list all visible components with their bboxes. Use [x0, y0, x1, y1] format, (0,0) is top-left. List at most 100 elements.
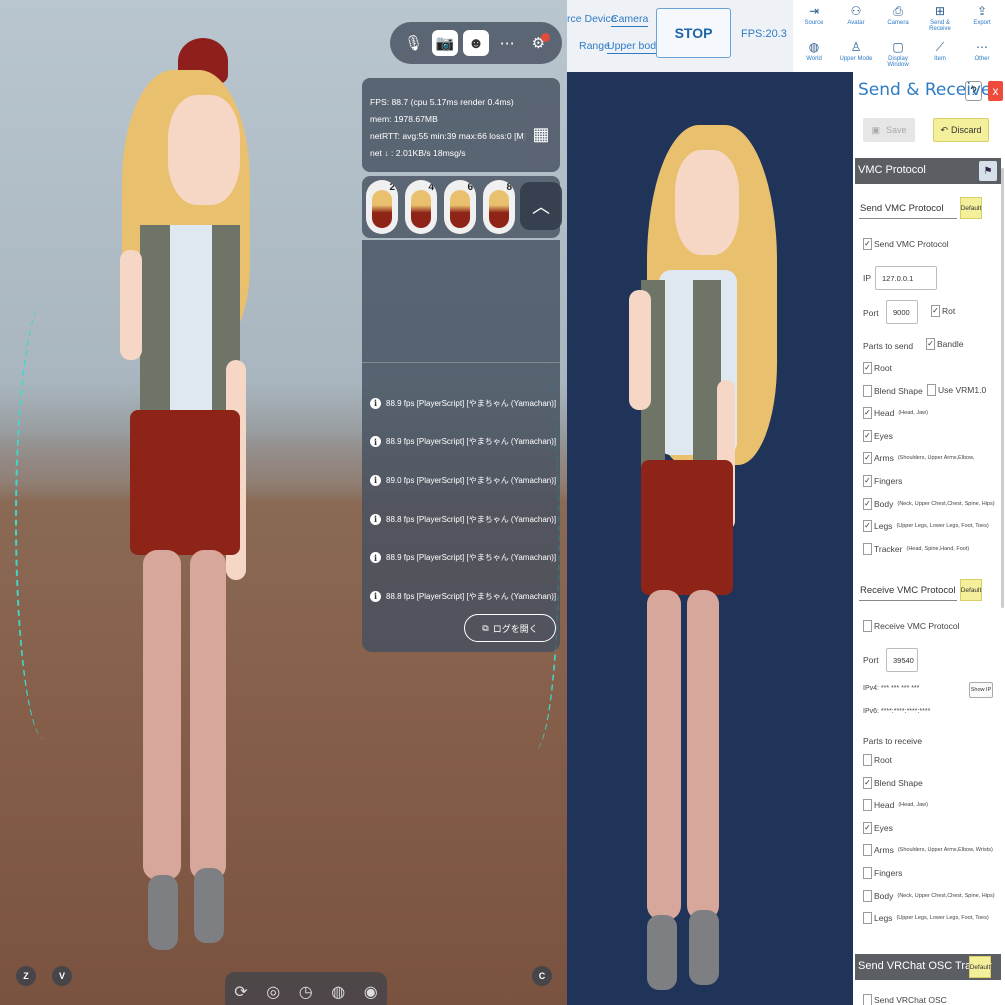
checkbox-hint: (Upper Legs, Lower Legs, Foot, Toes)	[896, 523, 989, 530]
avatar-slot[interactable]: 4	[405, 180, 437, 234]
use-vrm1-checkbox[interactable]: Use VRM1.0	[927, 384, 986, 396]
menu-upper-mode[interactable]: ♙ Upper Mode	[835, 40, 877, 62]
receive-body-checkbox[interactable]: Body (Neck, Upper Chest,Chest, Spine, Hip…	[863, 889, 995, 902]
port-input[interactable]: 9000	[886, 300, 918, 324]
open-log-button[interactable]: ⧉ ログを開く	[464, 614, 556, 642]
receive-root-checkbox[interactable]: Root	[863, 754, 892, 766]
checkbox-label: Root	[874, 755, 892, 765]
menu-avatar[interactable]: ⚇ Avatar	[835, 4, 877, 26]
checkbox-label: Eyes	[874, 430, 893, 441]
send-arms-checkbox[interactable]: ✓ Arms (Shoulders, Upper Arms,Elbow,	[863, 452, 974, 465]
stop-button[interactable]: STOP	[656, 8, 731, 58]
menu-item[interactable]: ⟋ Item	[919, 40, 961, 62]
send-blend-shape-checkbox[interactable]: Blend Shape	[863, 384, 923, 397]
toggle-icon[interactable]: ⚙	[525, 30, 551, 56]
menu-label: Source	[804, 20, 824, 26]
rot-checkbox[interactable]: ✓ Rot	[931, 305, 955, 317]
checkbox-box	[863, 542, 872, 555]
menu-export[interactable]: ⇪ Export	[961, 4, 1003, 26]
chevron-up-icon[interactable]: ︿	[520, 182, 562, 230]
network-icon: ⊞	[934, 4, 946, 18]
bandle-checkbox[interactable]: ✓ Bandle	[926, 338, 963, 350]
key-v[interactable]: V	[52, 966, 72, 986]
divider	[362, 362, 560, 363]
discard-label: Discard	[951, 125, 982, 135]
key-c[interactable]: C	[532, 966, 552, 986]
send-vmc-heading: Send VMC Protocol	[860, 203, 944, 214]
section-vmc-protocol[interactable]: VMC Protocol ⚑	[855, 158, 1001, 184]
send-root-checkbox[interactable]: ✓ Root	[863, 362, 892, 374]
range-select[interactable]: Upper body	[607, 40, 662, 54]
target-icon[interactable]: ◎	[266, 982, 280, 1002]
menu-other[interactable]: ⋯ Other	[961, 40, 1003, 62]
send-vrchat-osc-checkbox[interactable]: Send VRChat OSC	[863, 994, 947, 1005]
receive-vmc-checkbox[interactable]: Receive VMC Protocol	[863, 620, 960, 632]
menu-label: World	[806, 56, 822, 62]
help-button[interactable]: ?	[965, 81, 982, 101]
menu-source[interactable]: ⇥ Source	[793, 4, 835, 26]
send-receive-panel: Send & Receive ? x ▣ Save ↶ Discard VMC Pr…	[853, 72, 1005, 1005]
checkbox-label: Body	[874, 890, 894, 901]
checkbox-box: ✓	[863, 497, 872, 510]
receive-arms-checkbox[interactable]: Arms (Shoulders, Upper Arms,Elbow, Wrists…	[863, 844, 993, 857]
checkbox-label: Fingers	[874, 868, 903, 878]
default-button[interactable]: Default	[969, 956, 991, 978]
timer-icon[interactable]: ◷	[299, 982, 313, 1002]
checkbox-label: Legs	[874, 913, 893, 924]
default-button[interactable]: Default	[960, 579, 982, 601]
checkbox-box	[863, 799, 872, 812]
receive-blend-shape-checkbox[interactable]: ✓ Blend Shape	[863, 776, 923, 789]
camera-select[interactable]: Camera	[611, 13, 649, 27]
send-legs-checkbox[interactable]: ✓ Legs (Upper Legs, Lower Legs, Foot, Toes…	[863, 520, 989, 533]
menu-camera[interactable]: ⎙ Camera	[877, 4, 919, 26]
send-tracker-checkbox[interactable]: Tracker (Head, Spine,Hand, Foot)	[863, 542, 969, 555]
receive-legs-checkbox[interactable]: Legs (Upper Legs, Lower Legs, Foot, Toes)	[863, 912, 989, 925]
send-head-checkbox[interactable]: ✓ Head (Head, Jaw)	[863, 407, 928, 420]
camera-icon[interactable]: 📷	[431, 30, 458, 56]
grid-icon[interactable]: ▦	[524, 100, 558, 168]
person-icon: ♙	[850, 40, 862, 54]
close-button[interactable]: x	[988, 81, 1003, 101]
checkbox-box	[863, 844, 872, 857]
menu-world[interactable]: ◍ World	[793, 40, 835, 62]
checkbox-hint: (Head, Jaw)	[898, 410, 928, 417]
discard-button[interactable]: ↶ Discard	[933, 118, 989, 142]
ip-input[interactable]: 127.0.0.1	[875, 266, 937, 290]
log-entry: i 88.9 fps [PlayerScript] [やまちゃん (Yamacha…	[370, 423, 556, 462]
record-icon[interactable]: ◉	[364, 982, 378, 1002]
show-ip-button[interactable]: Show IP	[969, 682, 993, 698]
rotate-icon[interactable]: ⟳	[234, 982, 247, 1002]
send-eyes-checkbox[interactable]: ✓ Eyes	[863, 429, 893, 442]
avatar-slot[interactable]: 8	[483, 180, 515, 234]
log-text: 88.9 fps [PlayerScript] [やまちゃん (Yamachan…	[386, 553, 557, 563]
key-z[interactable]: Z	[16, 966, 36, 986]
face-icon[interactable]: ☻	[462, 30, 489, 56]
source-device-label: rce Device	[567, 13, 617, 25]
checkbox-label: Send VMC Protocol	[874, 239, 949, 249]
receive-fingers-checkbox[interactable]: Fingers	[863, 867, 902, 879]
log-text: 88.9 fps [PlayerScript] [やまちゃん (Yamachan…	[386, 398, 557, 408]
log-list: i 88.9 fps [PlayerScript] [やまちゃん (Yamacha…	[370, 384, 556, 616]
globe-icon[interactable]: ◍	[331, 982, 345, 1002]
more-icon: ⋯	[976, 40, 988, 54]
globe-icon: ◍	[808, 40, 820, 54]
default-button[interactable]: Default	[960, 197, 982, 219]
send-vmc-checkbox[interactable]: ✓ Send VMC Protocol	[863, 238, 949, 250]
receive-eyes-checkbox[interactable]: ✓ Eyes	[863, 821, 893, 834]
save-button[interactable]: ▣ Save	[863, 118, 915, 142]
receive-port-input[interactable]: 39540	[886, 648, 918, 672]
checkbox-hint: (Head, Jaw)	[898, 802, 928, 809]
avatar-slot[interactable]: 2	[366, 180, 398, 234]
scrollbar[interactable]	[1001, 168, 1004, 608]
send-fingers-checkbox[interactable]: ✓ Fingers	[863, 475, 902, 487]
left-3d-viewport[interactable]: 🎙 📷 ☻ ⋯ ⚙ FPS: 88.7 (cpu 5.17ms render 0…	[0, 0, 567, 1005]
mic-off-icon[interactable]: 🎙	[401, 30, 427, 56]
avatar-slot[interactable]: 6	[444, 180, 476, 234]
app-root: 🎙 📷 ☻ ⋯ ⚙ FPS: 88.7 (cpu 5.17ms render 0…	[0, 0, 1005, 1005]
menu-display-window[interactable]: ▢ Display Window	[877, 40, 919, 68]
receive-head-checkbox[interactable]: Head (Head, Jaw)	[863, 799, 928, 812]
send-body-checkbox[interactable]: ✓ Body (Neck, Upper Chest,Chest, Spine, Hi…	[863, 497, 995, 510]
checkbox-box: ✓	[863, 429, 872, 442]
more-icon[interactable]: ⋯	[494, 30, 520, 56]
menu-send-receive[interactable]: ⊞ Send & Receive	[919, 4, 961, 32]
